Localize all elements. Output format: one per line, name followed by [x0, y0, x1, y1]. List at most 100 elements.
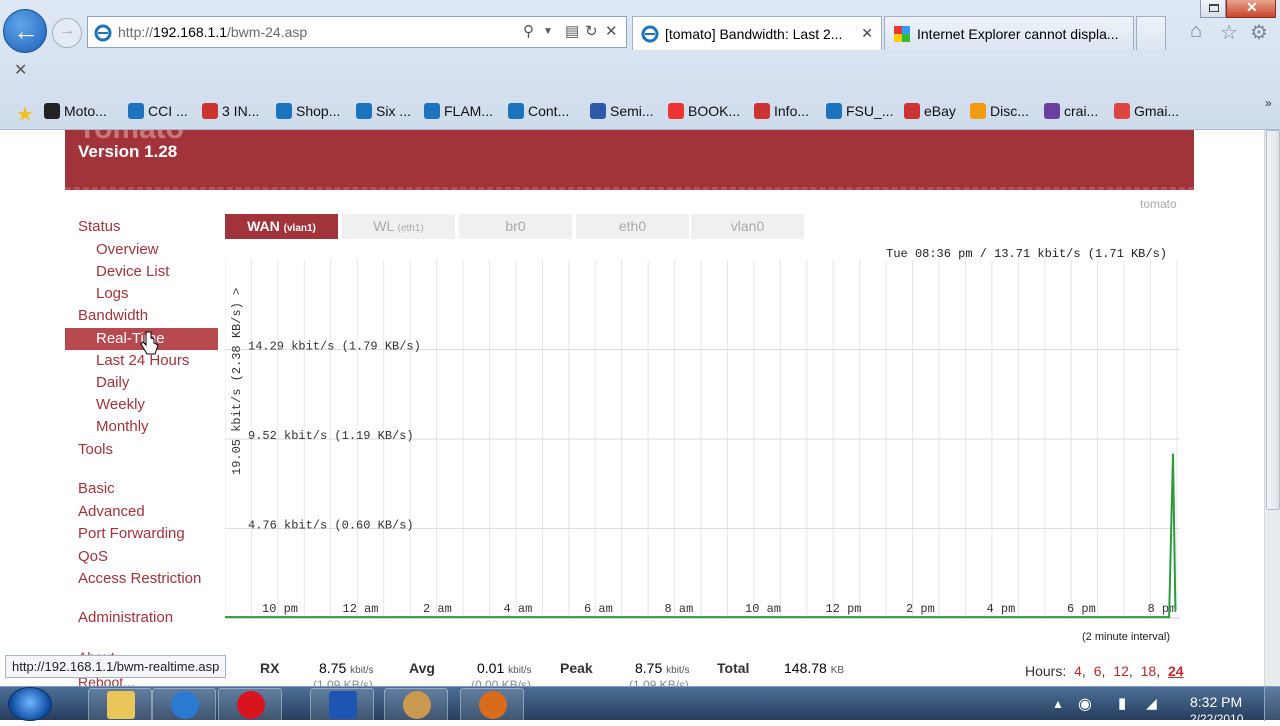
- x-tick-label: 6 pm: [1067, 602, 1096, 616]
- hours-option-6[interactable]: 6: [1094, 663, 1102, 679]
- dropdown-icon[interactable]: ▼: [543, 26, 553, 37]
- favorites-more-chevron-icon[interactable]: »: [1265, 96, 1272, 110]
- taskbar-opera[interactable]: [218, 688, 282, 721]
- bandwidth-chart: 4.76 kbit/s (0.60 KB/s) 9.52 kbit/s (1.19…: [225, 247, 1180, 619]
- favorites-star-icon[interactable]: ☆: [1220, 20, 1238, 45]
- nav-administration[interactable]: Administration: [78, 609, 173, 626]
- nav-device-list[interactable]: Device List: [96, 263, 169, 280]
- tab-ie-error[interactable]: Internet Explorer cannot displa...: [884, 16, 1134, 50]
- favorite-label: FLAM...: [444, 103, 494, 119]
- opera-icon: [237, 691, 265, 719]
- favorite-link[interactable]: Info...: [754, 103, 809, 119]
- tab-wl[interactable]: WL (eth1): [342, 214, 455, 239]
- hours-option-18[interactable]: 18: [1141, 663, 1157, 679]
- tab-eth0[interactable]: eth0: [576, 214, 689, 239]
- favorite-link[interactable]: BOOK...: [668, 103, 740, 119]
- tray-expand-icon[interactable]: ▲: [1052, 697, 1064, 711]
- favorite-link[interactable]: Disc...: [970, 103, 1029, 119]
- hours-selector: Hours: 4, 6, 12, 18, 24: [1025, 663, 1184, 679]
- favicon-icon: [202, 103, 218, 119]
- google-icon: [894, 26, 910, 42]
- nav-tools[interactable]: Tools: [78, 441, 113, 458]
- taskbar-explorer[interactable]: [88, 688, 152, 721]
- tab-label: [tomato] Bandwidth: Last 2...: [665, 26, 843, 42]
- favorite-link[interactable]: Gmai...: [1114, 103, 1179, 119]
- tab-vlan0[interactable]: vlan0: [691, 214, 804, 239]
- hours-option-12[interactable]: 12: [1113, 663, 1129, 679]
- scrollbar-thumb[interactable]: [1266, 130, 1280, 510]
- nav-monthly[interactable]: Monthly: [96, 418, 149, 435]
- favorite-link[interactable]: 3 IN...: [202, 103, 259, 119]
- nav-qos[interactable]: QoS: [78, 548, 108, 565]
- window-close-button[interactable]: ✕: [1226, 0, 1276, 18]
- nav-logs[interactable]: Logs: [96, 285, 129, 302]
- favorites-bar: Moto... CCI ... 3 IN... Shop... Six ... FLAM.…: [0, 96, 1280, 128]
- back-button[interactable]: ←: [3, 9, 47, 53]
- nav-overview[interactable]: Overview: [96, 241, 159, 258]
- taskbar-internet-explorer[interactable]: [152, 688, 216, 721]
- favorite-label: Info...: [774, 103, 810, 119]
- refresh-icon[interactable]: ↻: [585, 22, 598, 40]
- taskbar-media[interactable]: [460, 688, 524, 721]
- address-url[interactable]: http://192.168.1.1/bwm-24.asp: [118, 24, 307, 40]
- network-icon[interactable]: ◉: [1078, 694, 1092, 714]
- favorite-link[interactable]: crai...: [1044, 103, 1098, 119]
- clock[interactable]: 8:32 PM 2/22/2010: [1190, 694, 1243, 726]
- nav-weekly[interactable]: Weekly: [96, 396, 145, 413]
- nav-daily[interactable]: Daily: [96, 374, 129, 391]
- maximize-button[interactable]: [1200, 0, 1226, 18]
- nav-port-forwarding[interactable]: Port Forwarding: [78, 525, 185, 542]
- tab-wan[interactable]: WAN (vlan1): [225, 214, 338, 239]
- favorite-link[interactable]: Cont...: [508, 103, 569, 119]
- nav-status[interactable]: Status: [78, 218, 121, 235]
- battery-icon[interactable]: ▮: [1118, 694, 1126, 712]
- tab-bandwidth[interactable]: [tomato] Bandwidth: Last 2... ✕: [632, 16, 882, 50]
- nav-advanced[interactable]: Advanced: [78, 503, 145, 520]
- nav-access-restriction[interactable]: Access Restriction: [78, 570, 201, 587]
- favorite-label: Shop...: [296, 103, 341, 119]
- favicon-icon: [590, 103, 606, 119]
- hours-option-24[interactable]: 24: [1168, 663, 1184, 679]
- peak-rate-kb: (1.09 KB/s): [629, 678, 690, 686]
- avg-label: Avg: [409, 660, 435, 676]
- folder-icon: [107, 691, 135, 719]
- maximize-icon: [1209, 4, 1219, 12]
- nav-basic[interactable]: Basic: [78, 480, 115, 497]
- favorite-link[interactable]: Shop...: [276, 103, 340, 119]
- favorite-link[interactable]: FSU_...: [826, 103, 893, 119]
- address-bar[interactable]: http://192.168.1.1/bwm-24.asp ⚲ ▼ ▤ ↻ ✕: [87, 16, 627, 48]
- favorite-label: 3 IN...: [222, 103, 260, 119]
- stats-row: RX 8.75 kbit/s (1.09 KB/s) Avg 0.01 kbit…: [225, 660, 1185, 686]
- favicon-icon: [276, 103, 292, 119]
- favorite-link[interactable]: Moto...: [44, 103, 107, 119]
- nav-bandwidth[interactable]: Bandwidth: [78, 307, 148, 324]
- favorite-link[interactable]: FLAM...: [424, 103, 493, 119]
- close-icon[interactable]: ✕: [861, 25, 873, 42]
- tab-br0[interactable]: br0: [459, 214, 572, 239]
- home-icon[interactable]: ⌂: [1190, 20, 1202, 43]
- taskbar-word[interactable]: [310, 688, 374, 721]
- close-icon[interactable]: ✕: [14, 60, 27, 80]
- favorite-link[interactable]: Six ...: [356, 103, 411, 119]
- hours-option-4[interactable]: 4: [1074, 663, 1082, 679]
- start-button[interactable]: [8, 687, 52, 721]
- paint-icon: [403, 691, 431, 719]
- favorite-link[interactable]: Semi...: [590, 103, 654, 119]
- stop-icon[interactable]: ✕: [605, 22, 618, 40]
- favicon-icon: [754, 103, 770, 119]
- favorite-link[interactable]: CCI ...: [128, 103, 188, 119]
- current-rate-kb: (1.09 KB/s): [313, 678, 374, 686]
- new-tab-button[interactable]: [1136, 16, 1166, 50]
- search-icon[interactable]: ⚲: [523, 22, 534, 40]
- gear-icon[interactable]: ⚙: [1250, 20, 1268, 45]
- x-tick-label: 12 pm: [826, 602, 862, 616]
- favorite-link[interactable]: eBay: [904, 103, 956, 119]
- compatibility-icon[interactable]: ▤: [565, 22, 579, 40]
- close-icon: ✕: [1246, 0, 1258, 15]
- show-desktop-button[interactable]: [1264, 687, 1280, 721]
- favicon-icon: [1114, 103, 1130, 119]
- page-scrollbar[interactable]: [1264, 130, 1280, 686]
- signal-icon[interactable]: ◢: [1146, 695, 1157, 712]
- forward-button[interactable]: →: [52, 18, 82, 48]
- taskbar-paint[interactable]: [384, 688, 448, 721]
